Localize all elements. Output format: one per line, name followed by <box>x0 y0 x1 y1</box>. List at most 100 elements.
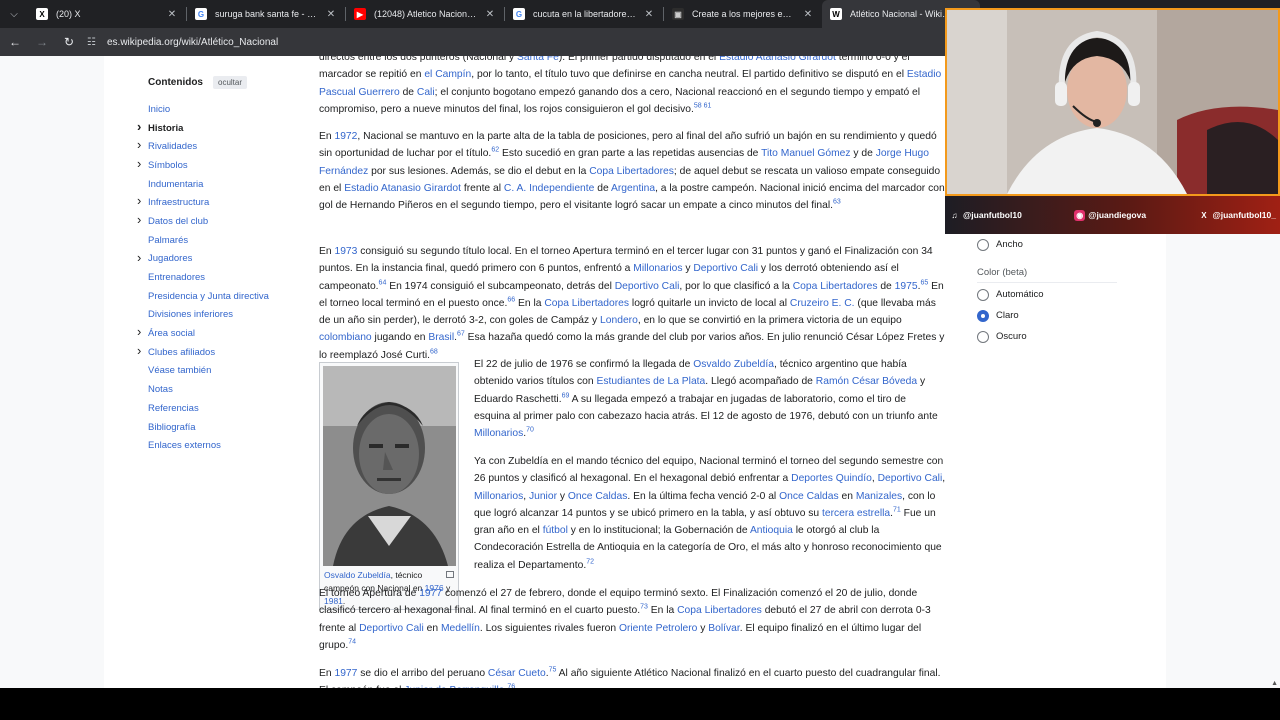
color-option[interactable]: Claro <box>977 305 1137 326</box>
article-link[interactable]: Cruzeiro E. C. <box>790 298 855 309</box>
chevron-right-icon[interactable]: › <box>137 119 141 134</box>
photo-osvaldo-zubeldia[interactable] <box>323 366 456 566</box>
browser-tab[interactable]: Gcucuta en la libertadores - Goo ✕ <box>505 0 663 28</box>
reference-marker[interactable]: 63 <box>833 199 841 206</box>
chevron-right-icon[interactable]: › <box>137 324 141 339</box>
reference-marker[interactable]: 58 61 <box>694 102 712 109</box>
article-link[interactable]: Argentina <box>611 183 655 194</box>
toc-item[interactable]: Inicio <box>137 100 297 119</box>
reload-icon[interactable]: ↻ <box>57 30 81 54</box>
article-link[interactable]: Medellín <box>441 623 480 634</box>
caption-link-zubeldia[interactable]: Osvaldo Zubeldía <box>324 570 391 580</box>
toc-item[interactable]: Notas <box>137 380 297 399</box>
reference-marker[interactable]: 68 <box>430 348 438 355</box>
radio-button[interactable] <box>977 309 989 322</box>
toc-item[interactable]: Bibliografía <box>137 418 297 437</box>
article-link[interactable]: 1975 <box>895 281 918 292</box>
toc-item[interactable]: › Datos del club <box>137 212 297 231</box>
article-link[interactable]: 1973 <box>334 246 357 257</box>
article-link[interactable]: Millonarios <box>633 263 682 274</box>
chevron-right-icon[interactable]: › <box>137 137 141 152</box>
article-link[interactable]: Deportivo Cali <box>878 473 943 484</box>
article-link[interactable]: César Cueto <box>488 668 546 679</box>
article-link[interactable]: Estudiantes de La Plata <box>597 376 706 387</box>
article-link[interactable]: el Campín <box>424 69 471 80</box>
radio-button[interactable] <box>977 288 989 301</box>
color-option[interactable]: Oscuro <box>977 326 1137 347</box>
chevron-right-icon[interactable]: › <box>137 193 141 208</box>
article-link[interactable]: Copa Libertadores <box>589 166 674 177</box>
article-link[interactable]: 1977 <box>334 668 357 679</box>
article-link[interactable]: Osvaldo Zubeldía <box>693 359 774 370</box>
toc-item[interactable]: › Infraestructura <box>137 193 297 212</box>
toc-item[interactable]: Indumentaria <box>137 175 297 194</box>
article-link[interactable]: Copa Libertadores <box>677 605 762 616</box>
article-link[interactable]: Antioquia <box>750 525 793 536</box>
article-link[interactable]: 1977 <box>419 588 442 599</box>
reference-marker[interactable]: 67 <box>457 331 465 338</box>
article-link[interactable]: Deportivo Cali <box>693 263 758 274</box>
article-link[interactable]: Once Caldas <box>568 491 628 502</box>
toc-item[interactable]: › Clubes afiliados <box>137 343 297 362</box>
toc-item[interactable]: Referencias <box>137 399 297 418</box>
address-bar[interactable]: ☷ es.wikipedia.org/wiki/Atlético_Naciona… <box>87 31 967 53</box>
article-link[interactable]: Tito Manuel Gómez <box>761 148 850 159</box>
chevron-right-icon[interactable]: › <box>137 250 141 265</box>
chevron-right-icon[interactable]: › <box>137 156 141 171</box>
reference-marker[interactable]: 73 <box>640 604 648 611</box>
article-link[interactable]: Copa Libertadores <box>793 281 878 292</box>
article-link[interactable]: Deportivo Cali <box>615 281 680 292</box>
article-link[interactable]: Londero <box>600 315 638 326</box>
tab-close-icon[interactable]: ✕ <box>643 9 655 20</box>
article-link[interactable]: Junior <box>529 491 557 502</box>
article-link[interactable]: fútbol <box>543 525 568 536</box>
browser-tab[interactable]: X (20) X ✕ <box>28 0 186 28</box>
reference-marker[interactable]: 70 <box>526 427 534 434</box>
article-link[interactable]: Ramón César Bóveda <box>816 376 917 387</box>
tab-close-icon[interactable]: ✕ <box>484 9 496 20</box>
tab-search-icon[interactable]: ⌵ <box>0 0 28 28</box>
toc-hide-button[interactable]: ocultar <box>213 75 248 89</box>
toc-item[interactable]: Véase también <box>137 362 297 381</box>
site-info-icon[interactable]: ☷ <box>87 37 101 48</box>
tab-close-icon[interactable]: ✕ <box>166 9 178 20</box>
article-link[interactable]: Deportes Quindío <box>791 473 872 484</box>
toc-item[interactable]: Enlaces externos <box>137 436 297 455</box>
article-link[interactable]: Once Caldas <box>779 491 839 502</box>
toc-item[interactable]: Entrenadores <box>137 268 297 287</box>
toc-item[interactable]: Divisiones inferiores <box>137 306 297 325</box>
scrollbar-down-arrow-icon[interactable]: ▲ <box>1271 680 1278 687</box>
article-link[interactable]: Estadio Atanasio Girardot <box>344 183 461 194</box>
article-link[interactable]: Santa Fe <box>517 56 559 63</box>
article-link[interactable]: colombiano <box>319 332 372 343</box>
article-link[interactable]: Millonarios <box>474 491 523 502</box>
article-link[interactable]: Deportivo Cali <box>359 623 424 634</box>
article-link[interactable]: 1972 <box>334 131 357 142</box>
chevron-right-icon[interactable]: › <box>137 212 141 227</box>
toc-item[interactable]: Presidencia y Junta directiva <box>137 287 297 306</box>
article-link[interactable]: Copa Libertadores <box>544 298 629 309</box>
toc-item[interactable]: › Jugadores <box>137 250 297 269</box>
reference-marker[interactable]: 66 <box>507 296 515 303</box>
article-link[interactable]: C. A. Independiente <box>504 183 594 194</box>
article-link[interactable]: Manizales <box>856 491 902 502</box>
radio-button[interactable] <box>977 330 989 343</box>
toc-item[interactable]: › Área social <box>137 324 297 343</box>
article-link[interactable]: Cali <box>417 87 435 98</box>
browser-tab[interactable]: ▶ (12048) Atletico Nacional vs Ka ✕ <box>346 0 504 28</box>
article-link[interactable]: Oriente Petrolero <box>619 623 697 634</box>
toc-item[interactable]: › Rivalidades <box>137 137 297 156</box>
forward-icon[interactable]: → <box>30 30 54 54</box>
article-link[interactable]: Millonarios <box>474 428 523 439</box>
radio-wide[interactable] <box>977 238 989 251</box>
toc-item[interactable]: Palmarés <box>137 231 297 250</box>
width-option-wide[interactable]: Ancho <box>977 234 1137 255</box>
tab-close-icon[interactable]: ✕ <box>802 9 814 20</box>
reference-marker[interactable]: 74 <box>348 638 356 645</box>
back-icon[interactable]: ← <box>3 30 27 54</box>
reference-marker[interactable]: 71 <box>893 506 901 513</box>
chevron-right-icon[interactable]: › <box>137 343 141 358</box>
toc-item[interactable]: › Símbolos <box>137 156 297 175</box>
article-link[interactable]: Bolívar <box>708 623 739 634</box>
browser-tab[interactable]: Gsuruga bank santa fe - Google ✕ <box>187 0 345 28</box>
